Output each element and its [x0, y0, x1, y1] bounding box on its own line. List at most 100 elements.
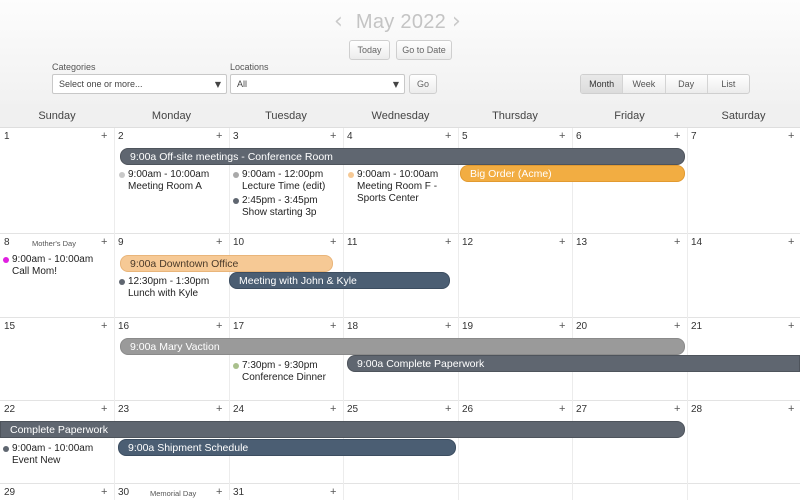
categories-select[interactable]: Select one or more... ▼ — [52, 74, 227, 94]
event-color-dot — [233, 363, 239, 369]
day-number[interactable]: 19 — [462, 321, 473, 332]
event-time: 9:00am - 12:00pm — [242, 169, 324, 180]
event-item[interactable]: 7:30pm - 9:30pm Conference Dinner — [233, 360, 326, 384]
day-number[interactable]: 30 — [118, 487, 129, 498]
holiday-label: Mother's Day — [32, 239, 76, 248]
event-title-line2: Sports Center — [357, 193, 419, 204]
add-event-icon[interactable]: + — [330, 487, 336, 498]
event-title: Show starting 3p — [242, 207, 317, 218]
chevron-right-icon[interactable]: › — [452, 10, 461, 34]
event-bar[interactable]: Complete Paperwork — [0, 421, 685, 438]
categories-value: Select one or more... — [59, 79, 143, 89]
event-item[interactable]: 2:45pm - 3:45pm Show starting 3p — [233, 195, 318, 219]
add-event-icon[interactable]: + — [674, 237, 680, 248]
event-time: 9:00am - 10:00am — [12, 254, 94, 265]
add-event-icon[interactable]: + — [101, 487, 107, 498]
event-bar[interactable]: 9:00a Shipment Schedule — [118, 439, 456, 456]
add-event-icon[interactable]: + — [101, 237, 107, 248]
event-color-dot — [119, 279, 125, 285]
add-event-icon[interactable]: + — [216, 237, 222, 248]
day-number[interactable]: 9 — [118, 237, 124, 248]
locations-label: Locations — [230, 62, 269, 72]
add-event-icon[interactable]: + — [216, 487, 222, 498]
add-event-icon[interactable]: + — [330, 237, 336, 248]
day-view-button[interactable]: Day — [666, 75, 708, 93]
add-event-icon[interactable]: + — [674, 321, 680, 332]
day-number[interactable]: 3 — [233, 131, 239, 142]
day-number[interactable]: 5 — [462, 131, 468, 142]
add-event-icon[interactable]: + — [788, 321, 794, 332]
add-event-icon[interactable]: + — [788, 131, 794, 142]
day-number[interactable]: 4 — [347, 131, 353, 142]
add-event-icon[interactable]: + — [674, 404, 680, 415]
day-divider — [687, 128, 688, 500]
event-item[interactable]: 9:00am - 10:00am Event New — [3, 443, 93, 467]
add-event-icon[interactable]: + — [788, 237, 794, 248]
event-item[interactable]: 9:00am - 10:00am Meeting Room F - Sports… — [348, 169, 438, 205]
add-event-icon[interactable]: + — [559, 404, 565, 415]
today-button[interactable]: Today — [349, 40, 390, 60]
day-number[interactable]: 6 — [576, 131, 582, 142]
day-number[interactable]: 10 — [233, 237, 244, 248]
locations-select[interactable]: All ▼ — [230, 74, 405, 94]
day-number[interactable]: 1 — [4, 131, 10, 142]
day-number[interactable]: 11 — [347, 237, 357, 248]
day-number[interactable]: 29 — [4, 487, 15, 498]
day-number[interactable]: 15 — [4, 321, 15, 332]
add-event-icon[interactable]: + — [674, 131, 680, 142]
event-bar[interactable]: 9:00a Off-site meetings - Conference Roo… — [120, 148, 685, 165]
add-event-icon[interactable]: + — [559, 321, 565, 332]
day-number[interactable]: 25 — [347, 404, 358, 415]
chevron-left-icon[interactable]: ‹ — [334, 10, 343, 34]
add-event-icon[interactable]: + — [559, 237, 565, 248]
event-bar[interactable]: Big Order (Acme) — [460, 165, 685, 182]
add-event-icon[interactable]: + — [101, 321, 107, 332]
add-event-icon[interactable]: + — [216, 131, 222, 142]
event-bar[interactable]: 9:00a Complete Paperwork — [347, 355, 800, 372]
add-event-icon[interactable]: + — [445, 131, 451, 142]
add-event-icon[interactable]: + — [330, 321, 336, 332]
add-event-icon[interactable]: + — [216, 321, 222, 332]
event-bar[interactable]: Meeting with John & Kyle — [229, 272, 450, 289]
day-number[interactable]: 14 — [691, 237, 702, 248]
list-view-button[interactable]: List — [708, 75, 749, 93]
event-bar[interactable]: 9:00a Downtown Office — [120, 255, 333, 272]
add-event-icon[interactable]: + — [445, 404, 451, 415]
add-event-icon[interactable]: + — [330, 131, 336, 142]
day-number[interactable]: 8 — [4, 237, 10, 248]
day-number[interactable]: 22 — [4, 404, 15, 415]
day-number[interactable]: 27 — [576, 404, 587, 415]
day-number[interactable]: 21 — [691, 321, 702, 332]
add-event-icon[interactable]: + — [101, 404, 107, 415]
add-event-icon[interactable]: + — [101, 131, 107, 142]
day-number[interactable]: 20 — [576, 321, 587, 332]
add-event-icon[interactable]: + — [216, 404, 222, 415]
month-view-button[interactable]: Month — [581, 75, 624, 93]
add-event-icon[interactable]: + — [445, 237, 451, 248]
event-item[interactable]: 9:00am - 12:00pm Lecture Time (edit) — [233, 169, 325, 193]
event-item[interactable]: 12:30pm - 1:30pm Lunch with Kyle — [119, 276, 209, 300]
day-number[interactable]: 13 — [576, 237, 587, 248]
day-number[interactable]: 2 — [118, 131, 124, 142]
event-title: Meeting Room F - — [357, 181, 438, 192]
day-number[interactable]: 26 — [462, 404, 473, 415]
day-number[interactable]: 7 — [691, 131, 697, 142]
event-item[interactable]: 9:00am - 10:00am Call Mom! — [3, 254, 94, 278]
day-number[interactable]: 17 — [233, 321, 244, 332]
day-number[interactable]: 24 — [233, 404, 244, 415]
day-number[interactable]: 28 — [691, 404, 702, 415]
day-number[interactable]: 23 — [118, 404, 129, 415]
event-item[interactable]: 9:00am - 10:00am Meeting Room A — [119, 169, 209, 193]
add-event-icon[interactable]: + — [445, 321, 451, 332]
day-number[interactable]: 12 — [462, 237, 473, 248]
day-number[interactable]: 18 — [347, 321, 358, 332]
go-to-date-button[interactable]: Go to Date — [396, 40, 452, 60]
day-number[interactable]: 16 — [118, 321, 129, 332]
add-event-icon[interactable]: + — [788, 404, 794, 415]
add-event-icon[interactable]: + — [330, 404, 336, 415]
go-button[interactable]: Go — [409, 74, 437, 94]
event-bar[interactable]: 9:00a Mary Vaction — [120, 338, 685, 355]
week-view-button[interactable]: Week — [623, 75, 666, 93]
add-event-icon[interactable]: + — [559, 131, 565, 142]
day-number[interactable]: 31 — [233, 487, 244, 498]
